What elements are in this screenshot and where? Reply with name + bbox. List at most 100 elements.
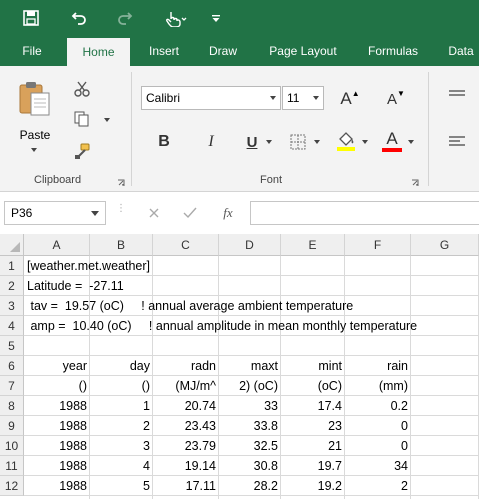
align-top-icon[interactable]	[444, 84, 470, 104]
cell-a6[interactable]: year	[24, 356, 90, 376]
cell-a9[interactable]: 1988	[24, 416, 90, 436]
insert-function-icon[interactable]: fx	[214, 203, 242, 223]
select-all-corner[interactable]	[0, 234, 24, 256]
undo-icon[interactable]	[66, 6, 92, 30]
cell-c9[interactable]: 23.43	[153, 416, 219, 436]
cell-a3[interactable]: tav = 19.57 (oC) ! annual average ambien…	[24, 296, 479, 316]
cell-d6[interactable]: maxt	[219, 356, 281, 376]
column-header-c[interactable]: C	[153, 234, 219, 256]
tab-insert[interactable]: Insert	[138, 36, 190, 66]
underline-dropdown-icon[interactable]	[266, 140, 272, 144]
row-header[interactable]: 12	[0, 476, 24, 496]
row-header[interactable]: 5	[0, 336, 24, 356]
worksheet-grid[interactable]: A B C D E F G 1 [weather.met.weather] 2 Latitude =…	[0, 234, 479, 499]
cell-f9[interactable]: 0	[345, 416, 411, 436]
copy-icon[interactable]	[70, 108, 94, 130]
cell-f8[interactable]: 0.2	[345, 396, 411, 416]
cell-a10[interactable]: 1988	[24, 436, 90, 456]
tab-data[interactable]: Data	[442, 36, 479, 66]
column-header-a[interactable]: A	[24, 234, 90, 256]
formula-input[interactable]	[250, 201, 479, 225]
row-header[interactable]: 9	[0, 416, 24, 436]
font-name-select[interactable]: Calibri	[141, 86, 281, 110]
fill-color-dropdown-icon[interactable]	[362, 140, 368, 144]
cell-f10[interactable]: 0	[345, 436, 411, 456]
cell-e7[interactable]: (oC)	[281, 376, 345, 396]
decrease-font-size-button[interactable]: A ▼	[382, 86, 410, 112]
cell-a7[interactable]: ()	[24, 376, 90, 396]
cell-c6[interactable]: radn	[153, 356, 219, 376]
column-header-d[interactable]: D	[219, 234, 281, 256]
font-size-select[interactable]: 11	[282, 86, 324, 110]
cell-c8[interactable]: 20.74	[153, 396, 219, 416]
cell-d11[interactable]: 30.8	[219, 456, 281, 476]
row-header[interactable]: 2	[0, 276, 24, 296]
font-launcher-icon[interactable]	[411, 176, 419, 186]
cell-d12[interactable]: 28.2	[219, 476, 281, 496]
column-header-b[interactable]: B	[90, 234, 153, 256]
cell-d7[interactable]: 2) (oC)	[219, 376, 281, 396]
font-color-dropdown-icon[interactable]	[408, 140, 414, 144]
cell-e12[interactable]: 19.2	[281, 476, 345, 496]
cell-c10[interactable]: 23.79	[153, 436, 219, 456]
cell-e8[interactable]: 17.4	[281, 396, 345, 416]
cell-a1[interactable]: [weather.met.weather]	[24, 256, 479, 276]
row-header[interactable]: 8	[0, 396, 24, 416]
cell-c7[interactable]: (MJ/m^	[153, 376, 219, 396]
cell-f11[interactable]: 34	[345, 456, 411, 476]
tab-draw[interactable]: Draw	[200, 36, 246, 66]
cancel-entry-icon[interactable]	[142, 203, 166, 223]
row-header[interactable]: 10	[0, 436, 24, 456]
cell-b6[interactable]: day	[90, 356, 153, 376]
cell-f7[interactable]: (mm)	[345, 376, 411, 396]
customize-toolbar-icon[interactable]	[206, 6, 226, 30]
fill-color-icon[interactable]	[334, 128, 358, 154]
row-header[interactable]: 7	[0, 376, 24, 396]
cell-d8[interactable]: 33	[219, 396, 281, 416]
cell-c11[interactable]: 19.14	[153, 456, 219, 476]
bold-button[interactable]: B	[152, 130, 176, 154]
redo-icon[interactable]	[112, 6, 138, 30]
paste-dropdown-icon[interactable]	[31, 148, 37, 152]
cell-d9[interactable]: 33.8	[219, 416, 281, 436]
cell-a2[interactable]: Latitude = -27.11	[24, 276, 479, 296]
cell-b9[interactable]: 2	[90, 416, 153, 436]
cell-b12[interactable]: 5	[90, 476, 153, 496]
cell-a8[interactable]: 1988	[24, 396, 90, 416]
cell-c12[interactable]: 17.11	[153, 476, 219, 496]
paste-icon[interactable]	[14, 76, 56, 122]
cell-b7[interactable]: ()	[90, 376, 153, 396]
row-header[interactable]: 1	[0, 256, 24, 276]
cell-a11[interactable]: 1988	[24, 456, 90, 476]
cell-b11[interactable]: 4	[90, 456, 153, 476]
format-painter-icon[interactable]	[70, 140, 94, 162]
borders-icon[interactable]	[286, 130, 310, 154]
cell-e6[interactable]: mint	[281, 356, 345, 376]
tab-home[interactable]: Home	[67, 38, 130, 66]
cell-a12[interactable]: 1988	[24, 476, 90, 496]
row-header[interactable]: 4	[0, 316, 24, 336]
tab-page-layout[interactable]: Page Layout	[260, 36, 346, 66]
row-header[interactable]: 11	[0, 456, 24, 476]
row-header[interactable]: 6	[0, 356, 24, 376]
column-header-g[interactable]: G	[411, 234, 479, 256]
touch-mode-icon[interactable]	[158, 6, 194, 30]
borders-dropdown-icon[interactable]	[314, 140, 320, 144]
cell-d10[interactable]: 32.5	[219, 436, 281, 456]
cell-b10[interactable]: 3	[90, 436, 153, 456]
tab-formulas[interactable]: Formulas	[360, 36, 426, 66]
font-color-button[interactable]: A	[380, 128, 404, 154]
italic-button[interactable]: I	[199, 130, 223, 154]
cell-f12[interactable]: 2	[345, 476, 411, 496]
column-header-f[interactable]: F	[345, 234, 411, 256]
cell-e9[interactable]: 23	[281, 416, 345, 436]
cell-f6[interactable]: rain	[345, 356, 411, 376]
save-icon[interactable]	[18, 6, 44, 30]
increase-font-size-button[interactable]: A ▲	[336, 86, 364, 112]
name-box[interactable]: P36	[4, 201, 106, 225]
clipboard-launcher-icon[interactable]	[117, 176, 125, 186]
cell-e10[interactable]: 21	[281, 436, 345, 456]
align-left-icon[interactable]	[444, 130, 470, 154]
confirm-entry-icon[interactable]	[178, 203, 202, 223]
copy-dropdown-icon[interactable]	[104, 118, 110, 122]
